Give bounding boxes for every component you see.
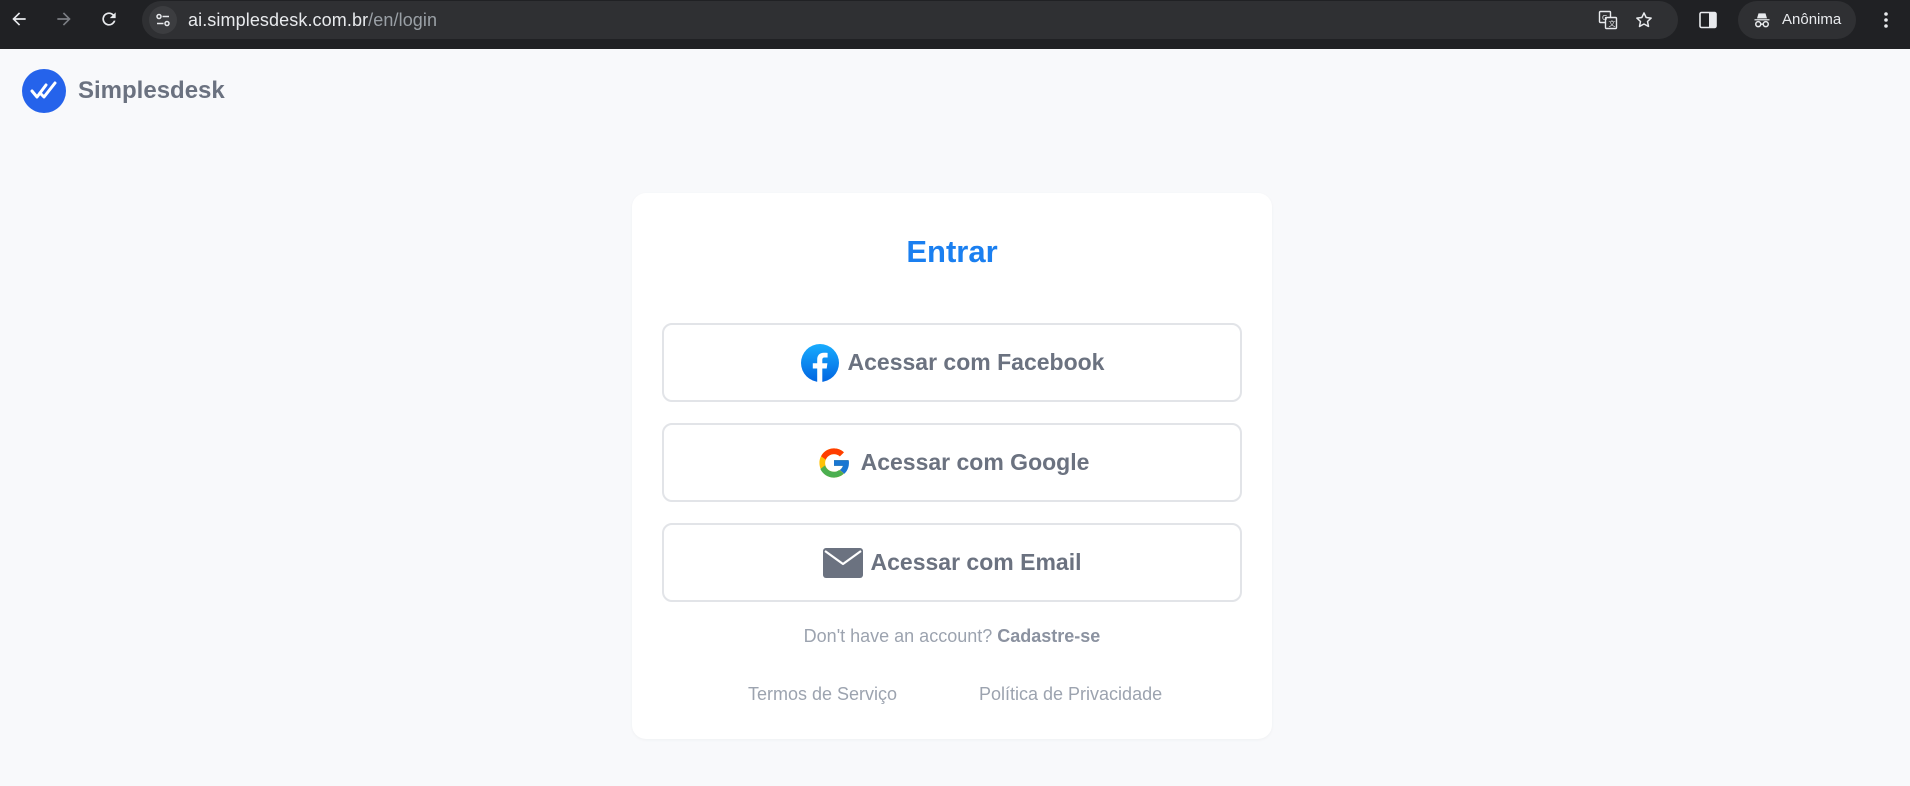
tune-icon xyxy=(156,13,170,27)
arrow-right-icon xyxy=(57,12,71,26)
facebook-login-label: Acessar com Facebook xyxy=(847,349,1105,375)
incognito-icon xyxy=(1754,13,1770,28)
arrow-left-icon xyxy=(12,12,26,26)
translate-icon: G 文 xyxy=(1598,10,1618,30)
privacy-policy-link[interactable]: Política de Privacidade xyxy=(979,684,1162,705)
brand-header[interactable]: Simplesdesk xyxy=(22,69,225,113)
google-login-button[interactable]: Acessar com Google xyxy=(662,423,1242,502)
double-check-icon xyxy=(30,81,57,99)
google-icon xyxy=(815,444,853,482)
address-bar[interactable]: ai.simplesdesk.com.br/en/login G 文 xyxy=(142,1,1678,39)
google-login-label: Acessar com Google xyxy=(860,449,1090,475)
site-info-button[interactable] xyxy=(149,6,177,34)
reload-button[interactable] xyxy=(93,3,125,35)
brand-logo xyxy=(22,69,66,113)
side-panel-icon xyxy=(1699,11,1717,29)
signup-prompt: Don't have an account? Cadastre-se xyxy=(632,626,1272,647)
browser-toolbar: ai.simplesdesk.com.br/en/login G 文 Anôni… xyxy=(0,0,1910,49)
reload-icon xyxy=(102,12,116,26)
more-vert-icon xyxy=(1884,12,1888,28)
back-button[interactable] xyxy=(3,3,35,35)
profile-label: Anônima xyxy=(1782,11,1842,28)
brand-name: Simplesdesk xyxy=(78,77,225,104)
side-panel-button[interactable] xyxy=(1694,6,1722,34)
bookmark-star-button[interactable] xyxy=(1630,6,1658,34)
forward-button[interactable] xyxy=(48,3,80,35)
browser-menu-button[interactable] xyxy=(1872,6,1900,34)
email-login-label: Acessar com Email xyxy=(870,549,1082,575)
svg-text:G: G xyxy=(1602,14,1607,22)
star-icon xyxy=(1636,12,1652,28)
translate-button[interactable]: G 文 xyxy=(1594,6,1622,34)
facebook-login-button[interactable]: Acessar com Facebook xyxy=(662,323,1242,402)
svg-text:文: 文 xyxy=(1609,19,1616,28)
signup-prompt-text: Don't have an account? xyxy=(803,626,993,646)
page-title: Entrar xyxy=(906,234,998,269)
incognito-profile-button[interactable]: Anônima xyxy=(1738,1,1856,39)
login-card: Entrar Acessar com Facebook Acessar com … xyxy=(632,193,1272,739)
email-login-button[interactable]: Acessar com Email xyxy=(662,523,1242,602)
url-path: /en/login xyxy=(368,10,438,30)
terms-of-service-link[interactable]: Termos de Serviço xyxy=(748,684,897,705)
signup-link[interactable]: Cadastre-se xyxy=(997,626,1100,646)
mail-icon xyxy=(822,547,863,578)
url-text[interactable]: ai.simplesdesk.com.br/en/login xyxy=(188,10,437,31)
url-host: ai.simplesdesk.com.br xyxy=(188,10,369,30)
facebook-icon xyxy=(800,343,840,383)
